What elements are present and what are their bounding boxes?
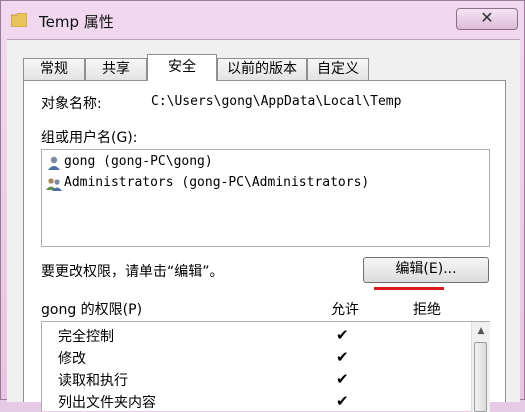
user-list[interactable]: gong (gong-PC\gong) Administrators (gong…: [41, 149, 490, 247]
user-name: gong (gong-PC\gong): [64, 154, 213, 169]
change-permissions-hint: 要更改权限，请单击“编辑”。: [41, 264, 224, 280]
object-name-label: 对象名称:: [41, 96, 102, 112]
allow-header: 允许: [331, 302, 359, 318]
title-bar[interactable]: Temp 属性 ✕: [1, 1, 524, 39]
tab-security[interactable]: 安全: [147, 54, 217, 81]
close-button[interactable]: ✕: [456, 8, 518, 30]
folder-icon: [11, 13, 27, 27]
permission-name: 读取和执行: [58, 373, 128, 389]
highlight-underline: [374, 287, 444, 290]
group-icon: [46, 178, 62, 191]
user-name: Administrators (gong-PC\Administrators): [64, 175, 370, 190]
permission-row: 读取和执行 ✔: [42, 368, 462, 390]
permissions-label: gong 的权限(P): [41, 302, 143, 318]
properties-window: Temp 属性 ✕ 常规 共享 安全 以前的版本 自定义 对象名称: C:\Us…: [0, 0, 525, 412]
permission-name: 修改: [58, 351, 86, 367]
scroll-up-icon[interactable]: ▲: [472, 322, 490, 340]
tab-previous-versions[interactable]: 以前的版本: [217, 58, 307, 80]
permission-name: 完全控制: [58, 329, 114, 345]
permission-row: 修改 ✔: [42, 346, 462, 368]
security-panel: 对象名称: C:\Users\gong\AppData\Local\Temp 组…: [23, 80, 506, 412]
tab-general[interactable]: 常规: [23, 58, 85, 80]
permissions-list[interactable]: 完全控制 ✔ 修改 ✔ 读取和执行 ✔ 列出文件夹内容 ✔ ▲: [41, 321, 490, 412]
object-path: C:\Users\gong\AppData\Local\Temp: [151, 94, 402, 109]
dialog-client: 常规 共享 安全 以前的版本 自定义 对象名称: C:\Users\gong\A…: [7, 39, 520, 412]
group-user-label: 组或用户名(G):: [41, 130, 138, 146]
tab-customize[interactable]: 自定义: [307, 58, 369, 80]
window-title: Temp 属性: [39, 13, 114, 31]
permission-row: 列出文件夹内容 ✔: [42, 390, 462, 412]
permissions-scrollbar[interactable]: ▲: [471, 322, 490, 412]
permission-row: 完全控制 ✔: [42, 324, 462, 346]
edit-button[interactable]: 编辑(E)...: [363, 257, 489, 283]
user-icon: [48, 156, 60, 170]
allow-check-icon: ✔: [336, 348, 349, 366]
deny-header: 拒绝: [413, 302, 441, 318]
scroll-thumb[interactable]: [474, 342, 487, 412]
allow-check-icon: ✔: [336, 370, 349, 388]
allow-check-icon: ✔: [336, 392, 349, 410]
permission-name: 列出文件夹内容: [58, 395, 156, 411]
allow-check-icon: ✔: [336, 326, 349, 344]
tab-sharing[interactable]: 共享: [85, 58, 147, 80]
